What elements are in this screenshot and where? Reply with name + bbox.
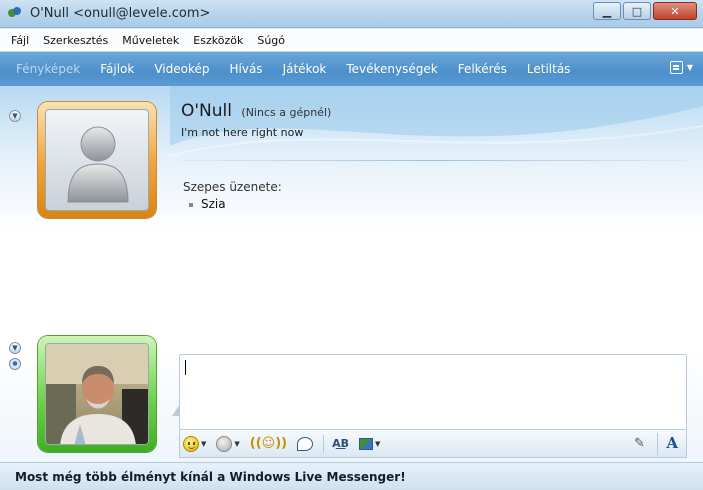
menu-bar: Fájl Szerkesztés Műveletek Eszközök Súgó	[0, 29, 703, 52]
toolbar-options-button[interactable]: ▼	[669, 61, 693, 74]
chevron-down-icon: ▼	[12, 344, 18, 352]
wink-icon	[216, 435, 233, 452]
wink-button[interactable]: ▼	[216, 435, 240, 452]
compose-toolbar: ▼ ▼ ((☺)) A͟B ▼ ✎ A	[179, 430, 687, 458]
message-input[interactable]	[179, 354, 687, 430]
background-button[interactable]: ▼	[359, 437, 381, 450]
notes-item-text: Szia	[201, 197, 226, 211]
menu-help[interactable]: Súgó	[250, 34, 292, 47]
chevron-down-icon: ▼	[375, 439, 381, 448]
window-controls: ▁ □ ✕	[593, 2, 697, 20]
menu-tools[interactable]: Eszközök	[186, 34, 250, 47]
toolbar-invite[interactable]: Felkérés	[448, 62, 517, 76]
close-button[interactable]: ✕	[653, 2, 697, 20]
smiley-icon	[183, 435, 199, 452]
chevron-down-icon: ▼	[12, 112, 18, 120]
default-user-icon	[67, 126, 129, 203]
voice-clip-icon	[297, 436, 314, 451]
menu-actions[interactable]: Műveletek	[115, 34, 186, 47]
bullet-icon	[189, 202, 193, 207]
text-caret	[185, 360, 186, 375]
toolbar-call[interactable]: Hívás	[219, 62, 272, 76]
toolbar-activities[interactable]: Tevékenységek	[336, 62, 447, 76]
toolbar-separator	[657, 433, 658, 455]
contact-status: (Nincs a gépnél)	[241, 106, 332, 119]
contact-avatar	[45, 109, 149, 211]
header-divider	[181, 160, 686, 161]
nudge-icon: ((☺))	[249, 436, 288, 451]
toolbar-video[interactable]: Videokép	[144, 62, 219, 76]
chevron-down-icon: ▼	[686, 63, 693, 72]
own-avatar-frame[interactable]	[38, 336, 156, 452]
contact-avatar-frame[interactable]	[38, 102, 156, 218]
title-bar: O'Null <onull@levele.com> ▁ □ ✕	[0, 0, 703, 28]
user-photo-icon	[46, 344, 148, 444]
font-icon[interactable]: A	[666, 434, 678, 452]
chevron-down-icon: ▼	[234, 439, 240, 448]
promo-text: Most még több élményt kínál a Windows Li…	[15, 469, 406, 484]
handwriting-pen-icon[interactable]: ✎	[634, 436, 650, 452]
spell-check-icon: A͟B	[332, 437, 350, 450]
toolbar-photos[interactable]: Fényképek	[6, 62, 90, 76]
contact-name-line: O'Null (Nincs a gépnél)	[181, 101, 331, 121]
nudge-button[interactable]: ((☺))	[250, 436, 287, 451]
notes-list-item: Szia	[189, 197, 226, 211]
toolbar-files[interactable]: Fájlok	[90, 62, 144, 76]
action-toolbar: Fényképek Fájlok Videokép Hívás Játékok …	[0, 52, 703, 86]
contact-name: O'Null	[181, 101, 232, 121]
voice-clip-button[interactable]	[297, 436, 314, 451]
maximize-button[interactable]: □	[623, 2, 651, 20]
menu-file[interactable]: Fájl	[4, 34, 36, 47]
messenger-buddy-icon	[8, 6, 22, 21]
collapse-contact-picture-button[interactable]: ▼	[9, 110, 21, 122]
toolbar-separator	[323, 434, 325, 453]
toolbar-block[interactable]: Letiltás	[517, 62, 581, 76]
window-title: O'Null <onull@levele.com>	[30, 6, 211, 21]
minimize-button[interactable]: ▁	[593, 2, 621, 20]
collapse-own-picture-button[interactable]: ▼	[9, 342, 21, 354]
spell-check-button[interactable]: A͟B	[332, 437, 349, 450]
conversation-area: ▼ O'Null (Nincs a gépnél) I'm not here r…	[0, 86, 703, 462]
options-menu-icon	[669, 61, 683, 74]
menu-edit[interactable]: Szerkesztés	[36, 34, 115, 47]
toolbar-games[interactable]: Játékok	[273, 62, 337, 76]
background-picture-icon	[359, 437, 374, 450]
emoticon-button[interactable]: ▼	[183, 435, 207, 452]
notes-label: Szepes üzenete:	[183, 180, 282, 194]
contact-personal-message: I'm not here right now	[181, 126, 304, 139]
own-avatar-photo	[45, 343, 149, 445]
promo-banner[interactable]: Most még több élményt kínál a Windows Li…	[0, 462, 703, 490]
chevron-down-icon: ▼	[201, 439, 207, 448]
webcam-icon[interactable]	[9, 358, 21, 370]
